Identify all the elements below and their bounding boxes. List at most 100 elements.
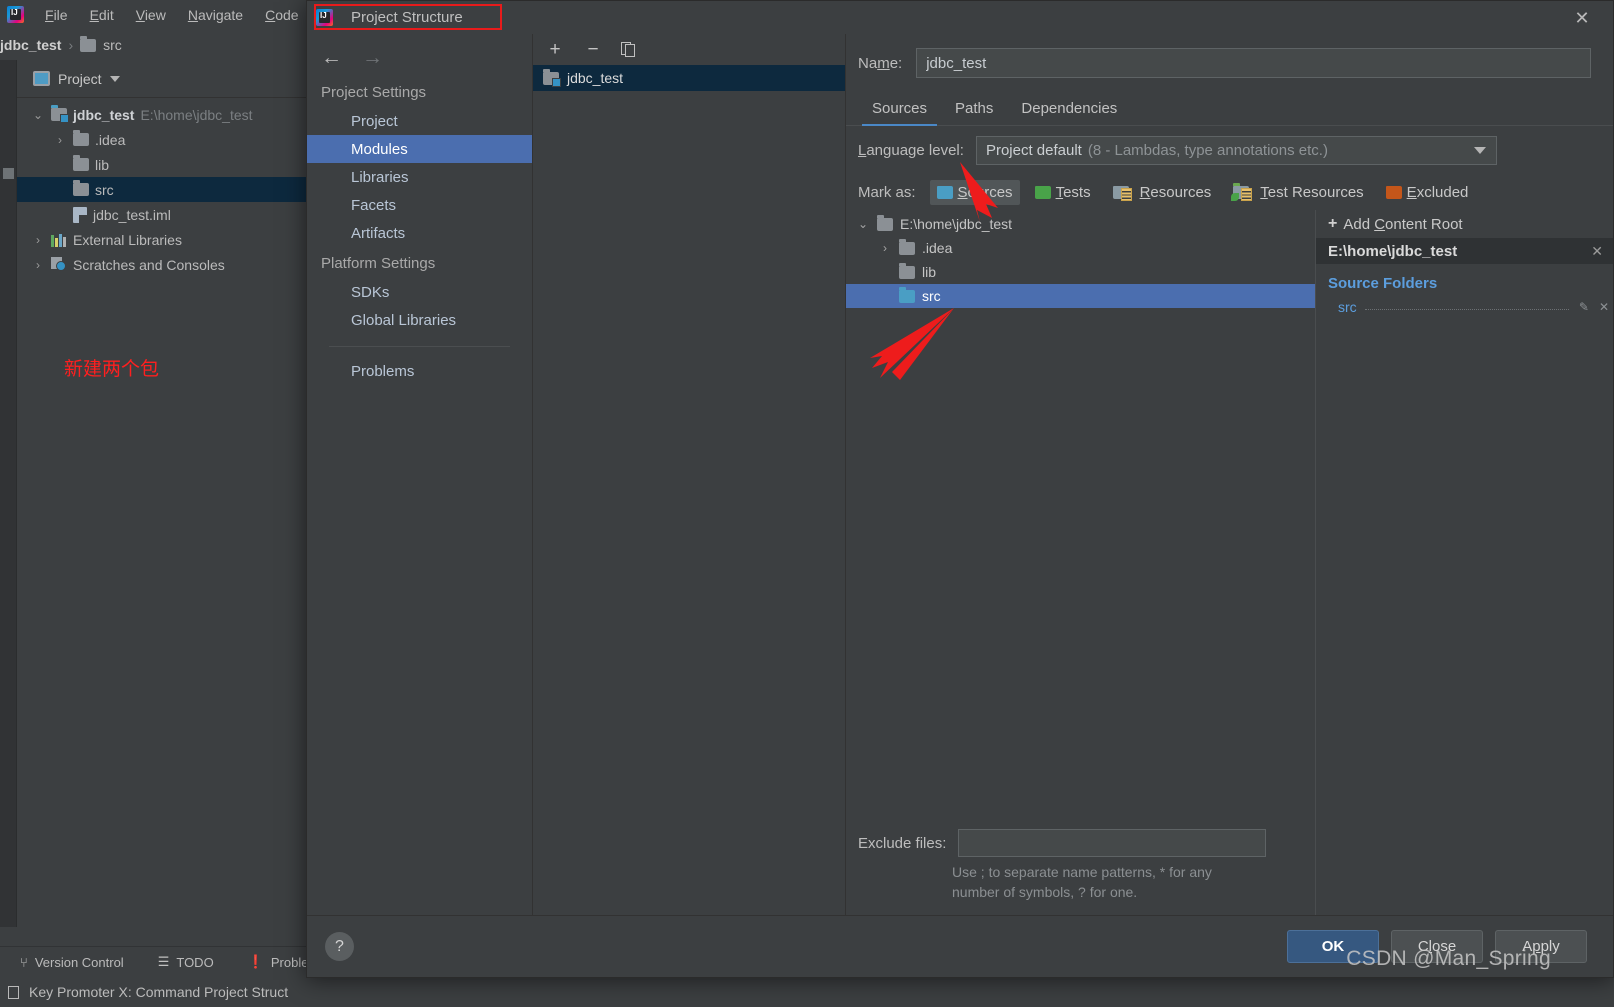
annotation-chinese-text: 新建两个包 [64, 358, 160, 380]
status-todo[interactable]: ☰ TODO [158, 954, 248, 970]
content-area: ⌄ E:\home\jdbc_test › .idea lib src Excl… [846, 210, 1613, 915]
forward-arrow-icon[interactable]: → [362, 46, 383, 70]
content-tree-row-src[interactable]: src [846, 284, 1315, 308]
chevron-down-icon[interactable] [1474, 146, 1486, 154]
dialog-sidebar: ← → Project Settings Project Modules Lib… [307, 34, 533, 915]
module-name-input[interactable] [916, 48, 1591, 78]
add-content-root-label: Add Content Root [1343, 215, 1463, 233]
apply-button[interactable]: Ap ply [1495, 930, 1587, 963]
language-level-label: Language level: [858, 141, 964, 159]
folder-icon [899, 262, 915, 279]
exclude-files-hint: Use ; to separate name patterns, * for a… [846, 857, 1266, 903]
mark-as-label: Mark as: [858, 183, 916, 201]
source-folder-item-src[interactable]: src ✎ ✕ [1316, 296, 1613, 318]
exclude-hint-line1: Use ; to separate name patterns, * for a… [952, 864, 1212, 881]
sidebar-group-project-settings: Project Settings [321, 84, 427, 101]
sidebar-item-problems[interactable]: Problems [307, 357, 532, 385]
sidebar-item-global-libraries[interactable]: Global Libraries [307, 306, 532, 334]
exclude-hint-line2: number of symbols, ? for one. [952, 884, 1138, 901]
menu-file[interactable]: File [34, 3, 79, 27]
mark-test-resources-button[interactable]: Test Resources [1226, 180, 1370, 205]
sources-folder-icon [899, 286, 915, 303]
copy-module-icon[interactable] [621, 41, 636, 58]
back-arrow-icon[interactable]: ← [321, 46, 342, 70]
mark-label-text: Sources [957, 183, 1013, 201]
menu-view[interactable]: View [125, 3, 177, 27]
close-icon[interactable]: ✕ [1591, 243, 1603, 260]
menu-code[interactable]: Code [254, 3, 309, 27]
module-name: jdbc_test [567, 70, 624, 86]
close-button[interactable]: Cl ose [1391, 930, 1483, 963]
pencil-icon[interactable]: ✎ [1579, 300, 1593, 314]
language-level-combobox[interactable]: Project default (8 - Lambdas, type annot… [975, 135, 1497, 165]
sidebar-item-artifacts[interactable]: Artifacts [307, 219, 532, 247]
remove-source-folder-icon[interactable]: ✕ [1599, 300, 1613, 314]
chevron-right-icon[interactable]: › [31, 233, 45, 247]
tree-label: src [95, 181, 114, 198]
help-button[interactable]: ? [325, 932, 354, 961]
folder-icon [877, 214, 893, 231]
structure-strip-icon[interactable] [3, 168, 14, 179]
mark-resources-button[interactable]: Resources [1106, 180, 1219, 205]
module-list-item-jdbc-test[interactable]: jdbc_test [533, 65, 845, 91]
content-root-tree-pane: ⌄ E:\home\jdbc_test › .idea lib src Excl… [846, 210, 1315, 915]
content-tree-row-idea[interactable]: › .idea [846, 236, 1315, 260]
mark-tests-button[interactable]: Tests [1028, 180, 1098, 205]
chevron-down-icon[interactable] [109, 75, 120, 82]
tab-paths[interactable]: Paths [941, 95, 1007, 125]
modules-toolbar: + − [533, 34, 845, 65]
mark-sources-button[interactable]: Sources [929, 179, 1020, 205]
chevron-right-icon[interactable]: › [53, 133, 67, 147]
branch-icon: ⑂ [20, 954, 28, 970]
footer-buttons: OK Cl ose Ap ply [1287, 930, 1587, 963]
content-tree-label: lib [922, 264, 937, 280]
chevron-down-icon[interactable]: ⌄ [31, 108, 45, 122]
tab-dependencies[interactable]: Dependencies [1007, 95, 1131, 125]
tree-path: E:\home\jdbc_test [140, 106, 253, 123]
add-content-root-button[interactable]: + Add Content Root [1316, 210, 1613, 238]
module-detail-panel: Name: Sources Paths Dependencies Languag… [846, 34, 1613, 915]
warning-icon: ❗ [247, 954, 264, 969]
folder-icon [899, 238, 915, 255]
project-icon [33, 71, 50, 86]
breadcrumb-current[interactable]: src [103, 37, 122, 53]
menu-navigate[interactable]: Navigate [177, 3, 254, 27]
mark-label-text: Tests [1055, 183, 1091, 201]
content-roots-panel: + Add Content Root E:\home\jdbc_test ✕ S… [1315, 210, 1613, 915]
content-root-header[interactable]: E:\home\jdbc_test ✕ [1316, 238, 1613, 264]
menu-edit[interactable]: Edit [79, 3, 125, 27]
ok-button[interactable]: OK [1287, 930, 1379, 963]
tree-label: External Libraries [73, 231, 182, 248]
content-tree-row-root[interactable]: ⌄ E:\home\jdbc_test [846, 212, 1315, 236]
folder-icon [73, 130, 89, 146]
modules-list-panel: + − jdbc_test [533, 34, 846, 915]
dialog-nav-buttons: ← → [307, 40, 532, 76]
exclude-files-input[interactable] [958, 829, 1267, 858]
remove-module-button[interactable]: − [583, 40, 603, 59]
dialog-footer: ? OK Cl ose Ap ply CSDN @Man_Spring [307, 915, 1613, 977]
sidebar-item-project[interactable]: Project [307, 107, 532, 135]
add-module-button[interactable]: + [545, 40, 565, 59]
tab-sources[interactable]: Sources [858, 95, 941, 126]
tree-label: jdbc_test [73, 106, 135, 123]
sidebar-item-facets[interactable]: Facets [307, 191, 532, 219]
sidebar-item-modules[interactable]: Modules [307, 135, 532, 163]
status-label: Version Control [34, 954, 124, 970]
content-tree-row-lib[interactable]: lib [846, 260, 1315, 284]
content-tree-label: E:\home\jdbc_test [900, 216, 1013, 232]
breadcrumb-project[interactable]: jdbc_test [0, 37, 61, 53]
sidebar-item-libraries[interactable]: Libraries [307, 163, 532, 191]
tree-label: .idea [95, 131, 126, 148]
external-libraries-icon [51, 233, 67, 247]
close-icon[interactable]: ✕ [1569, 6, 1595, 30]
chevron-right-icon[interactable]: › [31, 258, 45, 272]
test-resources-folder-icon [1231, 182, 1253, 201]
exclude-files-label: Exclude files: [858, 834, 947, 852]
chevron-down-icon[interactable]: ⌄ [856, 217, 870, 231]
sidebar-item-sdks[interactable]: SDKs [307, 278, 532, 306]
mark-excluded-button[interactable]: Excluded [1379, 180, 1476, 205]
exclude-files-row: Exclude files: [846, 829, 1315, 858]
content-tree-label: .idea [922, 240, 953, 256]
status-version-control[interactable]: ⑂ Version Control [20, 955, 158, 970]
chevron-right-icon[interactable]: › [878, 241, 892, 255]
